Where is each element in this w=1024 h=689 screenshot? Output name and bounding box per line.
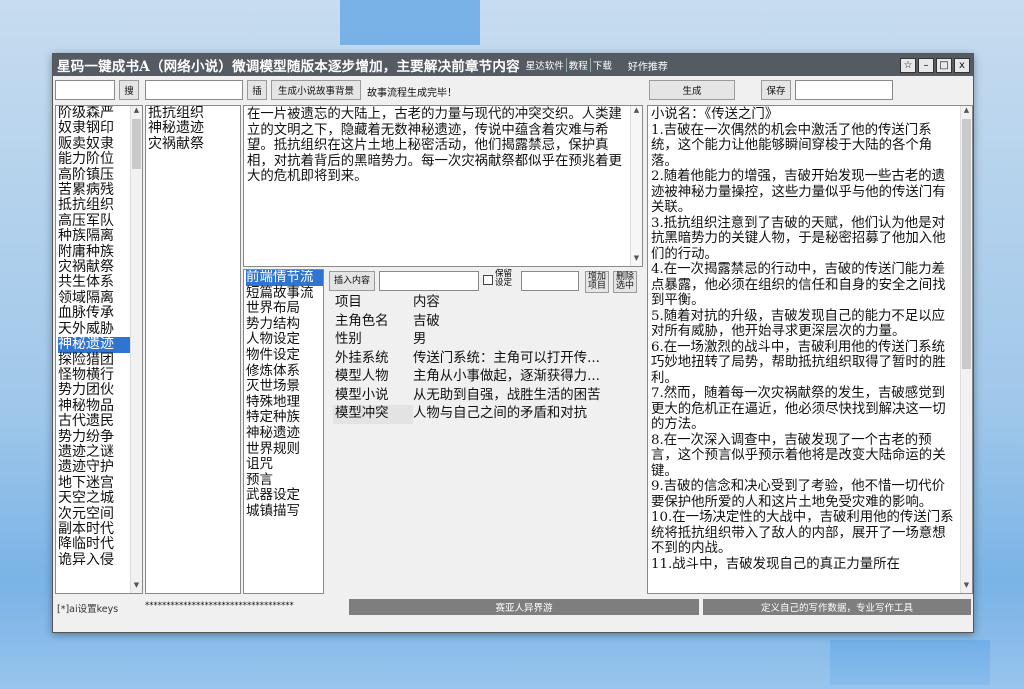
table-row[interactable]: 模型冲突 人物与自己之间的矛盾和对抗 (333, 405, 643, 424)
row-key: 外挂系统 (335, 350, 389, 366)
delete-selected-button[interactable]: 删除选中 (613, 271, 637, 293)
output-panel[interactable]: 小说名：《传送之门》 1.吉破在一次偶然的机会中激活了他的传送门系统，这个能力让… (647, 105, 973, 594)
category-item[interactable]: 武器设定 (246, 488, 323, 504)
header-value: 内容 (413, 295, 440, 310)
insert-content-button[interactable]: 插入内容 (329, 271, 375, 291)
scroll-up-icon[interactable]: ▲ (631, 106, 642, 118)
scroll-down-icon[interactable]: ▼ (961, 581, 972, 593)
table-header: 项目 内容 (333, 294, 643, 313)
generate-background-button[interactable]: 生成小说故事背景 (271, 80, 361, 100)
row-value: 男 (413, 332, 427, 347)
header-key: 项目 (335, 295, 362, 310)
scroll-up-icon[interactable]: ▲ (961, 106, 972, 118)
story-background-text[interactable]: 在一片被遗忘的大陆上，古老的力量与现代的冲突交织。人类建立的文明之下，隐藏着无数… (244, 106, 642, 186)
tag-list[interactable]: 阶级森严 奴隶钢印 贩卖奴隶 能力阶位 高阶镇压 苦累病残 抵抗组织 高压军队 种族隔离 附庸种族… (55, 105, 143, 594)
status-text: 故事流程生成完毕！ (367, 88, 457, 99)
category-item[interactable]: 特定种族 (246, 410, 323, 426)
row-value: 传送门系统：主角可以打开传... (413, 350, 600, 366)
scroll-up-icon[interactable]: ▲ (131, 106, 142, 118)
selected-tags-list[interactable]: 抵抗组织 神秘遗迹 灾祸献祭 (145, 105, 241, 594)
row-key: 模型冲突 (333, 405, 413, 424)
star-icon[interactable]: ☆ (900, 57, 916, 73)
generate-button[interactable]: 生成 (649, 80, 735, 100)
row-key: 模型人物 (335, 369, 389, 384)
close-button[interactable]: x (954, 57, 970, 73)
status-middle[interactable]: 赛亚人异界游 (349, 599, 699, 615)
category-item[interactable]: 世界规则 (246, 441, 323, 458)
masked-key[interactable]: *********************************** (145, 601, 294, 611)
category-item[interactable]: 神秘遗迹 (246, 425, 323, 442)
tag-list-scrollbar[interactable]: ▲ ▼ (130, 106, 142, 593)
row-value: 吉破 (413, 313, 440, 329)
table-row[interactable]: 性别 男 (333, 331, 643, 350)
add-item-button[interactable]: 增加项目 (585, 271, 609, 293)
link-tutorial[interactable]: 教程 (565, 58, 590, 72)
row-value: 从无助到自强，战胜生活的困苦 (413, 387, 601, 403)
output-text[interactable]: 小说名：《传送之门》 1.吉破在一次偶然的机会中激活了他的传送门系统，这个能力让… (648, 106, 972, 573)
story-background-scrollbar[interactable]: ▲ ▼ (630, 106, 642, 266)
category-item[interactable]: 短篇故事流 (246, 285, 323, 302)
category-list[interactable]: 前端情节流 短篇故事流 世界布局 势力结构 人物设定 物件设定 修炼体系 灭世场景 特殊地理 特定… (243, 269, 324, 594)
category-items: 前端情节流 短篇故事流 世界布局 势力结构 人物设定 物件设定 修炼体系 灭世场景 特殊地理 特定… (244, 270, 323, 520)
category-item[interactable]: 世界布局 (246, 301, 323, 317)
minimize-button[interactable]: – (918, 57, 934, 73)
insert-button[interactable]: 插 (247, 80, 267, 100)
status-right[interactable]: 定义自己的写作数据，专业写作工具 (703, 599, 971, 615)
story-background-panel[interactable]: 在一片被遗忘的大陆上，古老的力量与现代的冲突交织。人类建立的文明之下，隐藏着无数… (243, 105, 643, 267)
keep-setting-input[interactable] (521, 271, 579, 291)
window-title: 星码一键成书A（网络小说）微调模型随版本逐步增加，主要解决前章节内容 (57, 59, 520, 75)
category-item[interactable]: 前端情节流 (246, 270, 323, 286)
status-bar: [*]ai设置keys ****************************… (53, 597, 973, 617)
scroll-down-icon[interactable]: ▼ (131, 581, 142, 593)
recommend-link[interactable]: 好作推荐 (628, 58, 668, 73)
table-row[interactable]: 模型人物 主角从小事做起，逐渐获得力... (333, 368, 643, 387)
category-item[interactable]: 灭世场景 (246, 379, 323, 395)
window-controls: ☆ – □ x (900, 57, 973, 73)
ai-settings-link[interactable]: [*]ai设置keys (57, 601, 118, 615)
table-row[interactable]: 主角色名 吉破 (333, 313, 643, 332)
settings-table[interactable]: 项目 内容 主角色名 吉破性别 男外挂系统 传送门系统：主角可以打开传... 模型人物 主… (333, 294, 643, 424)
row-key: 主角色名 (335, 313, 389, 329)
selected-list-item[interactable]: 抵抗组织 (148, 106, 240, 121)
background-block (340, 0, 480, 45)
title-bar: 星码一键成书A（网络小说）微调模型随版本逐步增加，主要解决前章节内容 星达软件 … (53, 54, 973, 76)
search-button[interactable]: 搜 (119, 80, 139, 100)
row-key: 性别 (335, 332, 362, 347)
category-item[interactable]: 预言 (246, 472, 323, 489)
search-input[interactable] (55, 80, 115, 100)
table-row[interactable]: 外挂系统 传送门系统：主角可以打开传... (333, 350, 643, 369)
save-button[interactable]: 保存 (761, 80, 791, 100)
save-name-input[interactable] (795, 80, 893, 100)
row-value: 主角从小事做起，逐渐获得力... (413, 369, 600, 384)
category-item[interactable]: 势力结构 (246, 316, 323, 333)
link-download[interactable]: 下载 (589, 58, 614, 72)
row-value: 人物与自己之间的矛盾和对抗 (413, 406, 588, 421)
link-xingda[interactable]: 星达软件 (524, 58, 566, 72)
category-item[interactable]: 人物设定 (246, 332, 323, 348)
scroll-thumb[interactable] (132, 119, 141, 169)
app-window: 星码一键成书A（网络小说）微调模型随版本逐步增加，主要解决前章节内容 星达软件 … (52, 53, 974, 633)
keep-setting-label: 保留设定 (495, 269, 513, 288)
category-item[interactable]: 城镇描写 (246, 503, 323, 520)
category-item[interactable]: 修炼体系 (246, 363, 323, 380)
category-item[interactable]: 诅咒 (246, 457, 323, 473)
selected-input[interactable] (145, 80, 243, 100)
keep-setting-checkbox[interactable] (483, 275, 493, 285)
selected-list-item[interactable]: 灾祸献祭 (148, 136, 240, 152)
selected-list-item[interactable]: 神秘遗迹 (148, 120, 240, 136)
title-links: 星达软件 教程 下载 (524, 58, 614, 72)
scroll-down-icon[interactable]: ▼ (631, 254, 642, 266)
insert-content-input[interactable] (379, 271, 479, 291)
selected-tags-items: 抵抗组织 神秘遗迹 灾祸献祭 (146, 106, 240, 152)
maximize-button[interactable]: □ (936, 57, 952, 73)
toolbar: 搜 插 生成小说故事背景 故事流程生成完毕！ 生成 保存 (53, 76, 973, 104)
output-scrollbar[interactable]: ▲ ▼ (960, 106, 972, 593)
scroll-thumb[interactable] (962, 119, 971, 369)
category-item[interactable]: 特殊地理 (246, 394, 323, 411)
row-key: 模型小说 (335, 387, 389, 403)
table-row[interactable]: 模型小说 从无助到自强，战胜生活的困苦 (333, 387, 643, 406)
category-item[interactable]: 物件设定 (246, 347, 323, 364)
